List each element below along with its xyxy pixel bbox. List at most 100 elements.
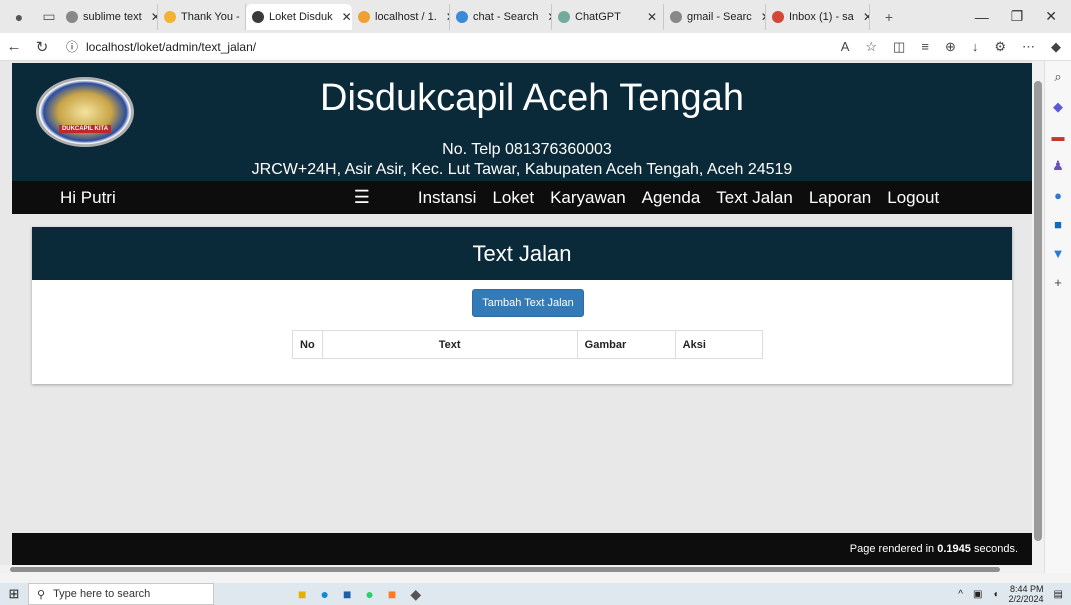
tag-icon[interactable]: ◆ (1053, 99, 1063, 115)
url-field[interactable]: ⓘ localhost/loket/admin/text_jalan/ (66, 38, 256, 55)
logo-text: DUKCAPIL KITA (58, 125, 112, 133)
browser-tab[interactable]: chat - Search ✕ (450, 3, 552, 30)
column-header-aksi: Aksi (674, 330, 763, 359)
close-icon[interactable]: ✕ (757, 10, 765, 24)
copilot-icon[interactable]: ◆ (1051, 39, 1061, 55)
favorite-star-icon[interactable]: ☆ (865, 39, 877, 55)
horizontal-scrollbar[interactable] (0, 565, 1032, 573)
tab-favicon (358, 10, 370, 23)
column-header-gambar: Gambar (576, 330, 676, 359)
tab-favicon (252, 10, 264, 23)
page-viewport: DUKCAPIL KITA Disdukcapil Aceh Tengah No… (0, 61, 1032, 573)
edge-sidebar: ⌕ ◆ ▬ ♟ ● ■ ▼ + (1044, 61, 1071, 573)
browser-tab[interactable]: ChatGPT ✕ (552, 3, 664, 30)
tab-label: sublime text (83, 10, 142, 23)
close-icon[interactable]: ✕ (338, 10, 352, 24)
tab-label: gmail - Searc (687, 10, 752, 23)
close-icon[interactable]: ✕ (147, 10, 157, 24)
tab-label: localhost / 1. (375, 10, 437, 23)
nav-agenda[interactable]: Agenda (642, 188, 701, 208)
site-header: DUKCAPIL KITA Disdukcapil Aceh Tengah No… (12, 63, 1032, 181)
volume-icon[interactable]: ◖ (992, 589, 998, 600)
split-screen-icon[interactable]: ◫ (893, 39, 905, 55)
search-icon (670, 10, 682, 23)
browser-tab[interactable]: gmail - Searc ✕ (664, 3, 766, 30)
outlook-icon[interactable]: ■ (1054, 217, 1062, 232)
close-window-icon[interactable]: ✕ (1045, 8, 1057, 25)
close-icon[interactable]: ✕ (543, 10, 551, 24)
text-jalan-panel: Text Jalan Tambah Text Jalan No Text Gam… (32, 227, 1012, 384)
url-text: localhost/loket/admin/text_jalan/ (86, 39, 257, 54)
tab-favicon (164, 10, 176, 23)
restore-icon[interactable]: ❐ (1011, 8, 1024, 25)
browser-tab[interactable]: sublime text ✕ (60, 3, 158, 30)
info-icon[interactable]: ⓘ (66, 38, 78, 55)
whatsapp-icon[interactable]: ● (365, 586, 373, 603)
collections-icon[interactable]: ⊕ (945, 39, 956, 55)
menu-list-icon[interactable]: ☰ (354, 187, 370, 208)
back-icon[interactable]: ← (0, 38, 28, 55)
paint-icon[interactable]: ◆ (410, 586, 421, 603)
windows-start-icon[interactable]: ⊞ (0, 586, 28, 602)
window-controls: — ❐ ✕ (975, 0, 1071, 33)
tab-actions-icon[interactable]: ▭ (38, 6, 60, 28)
search-icon[interactable]: ⌕ (1054, 69, 1061, 85)
panel-title: Text Jalan (32, 227, 1012, 280)
close-icon[interactable]: ✕ (643, 10, 657, 24)
read-aloud-icon[interactable]: A (841, 39, 850, 55)
scrollbar-thumb[interactable] (1034, 81, 1042, 541)
more-icon[interactable]: ⋯ (1022, 39, 1035, 55)
browser-tab-active[interactable]: Loket Disduk ✕ (246, 3, 352, 30)
shopping-icon[interactable]: ▬ (1052, 129, 1065, 144)
send-icon[interactable]: ▼ (1052, 246, 1065, 261)
nav-text-jalan[interactable]: Text Jalan (716, 188, 793, 208)
profile-icon[interactable]: ● (8, 6, 30, 28)
render-seconds: 0.1945 (937, 543, 971, 555)
taskbar-search[interactable]: ⚲ Type here to search (28, 583, 214, 605)
refresh-icon[interactable]: ↻ (28, 38, 56, 56)
tab-label: ChatGPT (575, 10, 621, 23)
user-greeting: Hi Putri (60, 187, 116, 207)
extensions-icon[interactable]: ⚙ (994, 39, 1006, 55)
vertical-scrollbar[interactable] (1032, 61, 1044, 573)
nav-karyawan[interactable]: Karyawan (550, 188, 626, 208)
downloads-icon[interactable]: ↓ (972, 39, 979, 55)
minimize-icon[interactable]: — (975, 9, 989, 25)
tools-icon[interactable]: ● (1054, 188, 1062, 203)
taskbar-search-placeholder: Type here to search (53, 588, 151, 600)
nav-loket[interactable]: Loket (492, 188, 534, 208)
nav-logout[interactable]: Logout (887, 188, 939, 208)
tab-label: Inbox (1) - sa (789, 10, 854, 23)
text-jalan-table: No Text Gambar Aksi (292, 330, 763, 359)
site-address: JRCW+24H, Asir Asir, Kec. Lut Tawar, Kab… (251, 161, 793, 178)
xampp-icon[interactable]: ■ (388, 586, 396, 603)
taskbar-clock[interactable]: 8:44 PM 2/2/2024 (1009, 584, 1044, 604)
add-text-jalan-button[interactable]: Tambah Text Jalan (472, 289, 584, 317)
table-header-row: No Text Gambar Aksi (292, 330, 763, 359)
tab-label: chat - Search (473, 10, 539, 23)
tray-chevron-icon[interactable]: ^ (958, 589, 963, 600)
close-icon[interactable]: ✕ (442, 10, 449, 24)
add-icon[interactable]: + (1054, 275, 1062, 290)
windows-taskbar: ⊞ ⚲ Type here to search ■ ● ■ ● ■ ◆ ^ ▣ … (0, 583, 1071, 605)
store-icon[interactable]: ■ (343, 586, 351, 603)
browser-tab[interactable]: Thank You - ✕ (158, 3, 246, 30)
clock-time: 8:44 PM (1010, 584, 1044, 594)
search-icon (66, 10, 78, 23)
close-icon[interactable]: ✕ (859, 10, 869, 24)
file-explorer-icon[interactable]: ■ (298, 586, 306, 603)
edge-icon[interactable]: ● (320, 586, 328, 603)
notifications-icon[interactable]: ▤ (1054, 589, 1063, 600)
browser-tab[interactable]: localhost / 1. ✕ (352, 3, 450, 30)
new-tab-icon[interactable]: + (878, 6, 900, 28)
footer-suffix: seconds. (973, 543, 1018, 555)
favorites-icon[interactable]: ≡ (921, 39, 929, 55)
nav-instansi[interactable]: Instansi (418, 188, 477, 208)
nav-laporan[interactable]: Laporan (809, 188, 871, 208)
tab-favicon (456, 10, 468, 23)
column-header-text: Text (321, 330, 578, 359)
hscrollbar-thumb[interactable] (10, 567, 1000, 572)
browser-tab[interactable]: Inbox (1) - sa ✕ (766, 3, 870, 30)
network-icon[interactable]: ▣ (973, 589, 982, 600)
games-icon[interactable]: ♟ (1052, 158, 1064, 174)
